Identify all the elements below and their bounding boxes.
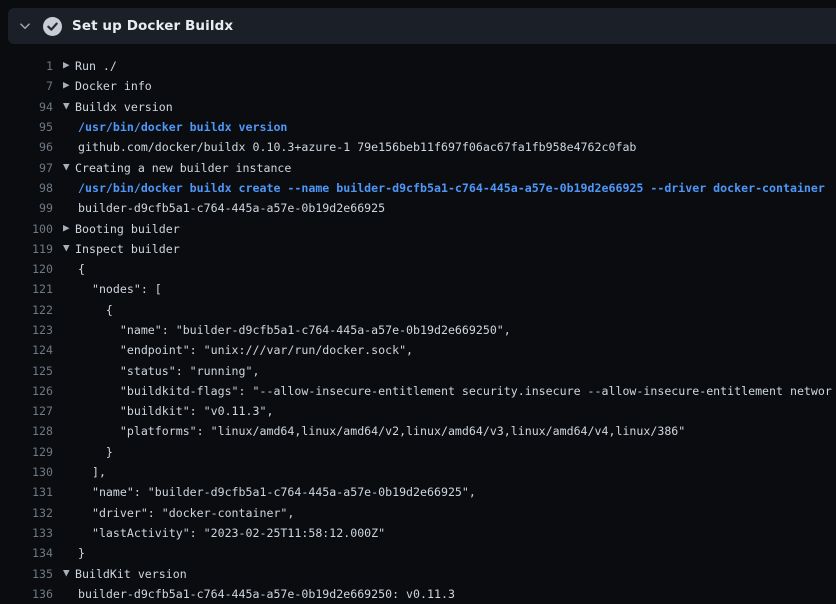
line-number[interactable]: 98 [0, 181, 53, 195]
line-number[interactable]: 130 [0, 465, 53, 479]
log-text: "platforms": "linux/amd64,linux/amd64/v2… [78, 424, 685, 438]
triangle-right-icon[interactable]: ▶ [63, 223, 75, 233]
log-line: 123 "name": "builder-d9cfb5a1-c764-445a-… [0, 320, 836, 340]
log-line: 98 /usr/bin/docker buildx create --name … [0, 178, 836, 198]
log-group-header[interactable]: 1 ▶Run ./ [0, 56, 836, 76]
log-text: } [78, 546, 85, 560]
log-group-header[interactable]: 100 ▶Booting builder [0, 218, 836, 238]
line-number[interactable]: 133 [0, 526, 53, 540]
log-line: 126 "buildkitd-flags": "--allow-insecure… [0, 381, 836, 401]
log-line: 133 "lastActivity": "2023-02-25T11:58:12… [0, 523, 836, 543]
triangle-down-icon[interactable]: ▼ [63, 162, 75, 172]
line-number[interactable]: 99 [0, 201, 53, 215]
log-text: Buildx version [75, 100, 173, 114]
line-number[interactable]: 136 [0, 587, 53, 601]
line-number[interactable]: 1 [0, 59, 53, 73]
log-line: 132 "driver": "docker-container", [0, 503, 836, 523]
line-number[interactable]: 129 [0, 445, 53, 459]
log-text: builder-d9cfb5a1-c764-445a-a57e-0b19d2e6… [78, 587, 455, 601]
line-number[interactable]: 125 [0, 364, 53, 378]
line-number[interactable]: 124 [0, 343, 53, 357]
line-number[interactable]: 131 [0, 485, 53, 499]
line-number[interactable]: 132 [0, 506, 53, 520]
chevron-down-icon[interactable] [18, 19, 32, 33]
log-text: Creating a new builder instance [75, 161, 291, 175]
log-line: 134 } [0, 543, 836, 563]
log-group-header[interactable]: 135 ▼BuildKit version [0, 563, 836, 583]
log-text: "lastActivity": "2023-02-25T11:58:12.000… [78, 526, 385, 540]
log-text: /usr/bin/docker buildx create --name bui… [78, 181, 825, 195]
log-text: "name": "builder-d9cfb5a1-c764-445a-a57e… [78, 485, 476, 499]
log-text: Booting builder [75, 222, 180, 236]
log-line: 128 "platforms": "linux/amd64,linux/amd6… [0, 421, 836, 441]
line-number[interactable]: 127 [0, 404, 53, 418]
log-line: 120 { [0, 259, 836, 279]
line-number[interactable]: 96 [0, 140, 53, 154]
log-group-header[interactable]: 119 ▼Inspect builder [0, 239, 836, 259]
log-text: } [78, 445, 113, 459]
log-line: 136 builder-d9cfb5a1-c764-445a-a57e-0b19… [0, 584, 836, 604]
line-number[interactable]: 134 [0, 546, 53, 560]
line-number[interactable]: 122 [0, 303, 53, 317]
line-number[interactable]: 120 [0, 262, 53, 276]
log-text: { [78, 262, 85, 276]
log-text: "endpoint": "unix:///var/run/docker.sock… [78, 343, 413, 357]
line-number[interactable]: 121 [0, 282, 53, 296]
line-number[interactable]: 135 [0, 567, 53, 581]
line-number[interactable]: 119 [0, 242, 53, 256]
log-line: 99 builder-d9cfb5a1-c764-445a-a57e-0b19d… [0, 198, 836, 218]
log-text: Docker info [75, 79, 152, 93]
log-text: "buildkit": "v0.11.3", [78, 404, 273, 418]
check-circle-icon [43, 17, 62, 36]
log-group-header[interactable]: 94 ▼Buildx version [0, 97, 836, 117]
log-text: Inspect builder [75, 242, 180, 256]
log-line: 131 "name": "builder-d9cfb5a1-c764-445a-… [0, 482, 836, 502]
triangle-right-icon[interactable]: ▶ [63, 61, 75, 71]
line-number[interactable]: 128 [0, 424, 53, 438]
line-number[interactable]: 7 [0, 79, 53, 93]
triangle-down-icon[interactable]: ▼ [63, 243, 75, 253]
log-container: 1 ▶Run ./ 7 ▶Docker info 94 ▼Buildx vers… [0, 50, 836, 604]
log-text: "nodes": [ [78, 282, 162, 296]
log-line: 124 "endpoint": "unix:///var/run/docker.… [0, 340, 836, 360]
log-text: "status": "running", [78, 364, 259, 378]
line-number[interactable]: 94 [0, 100, 53, 114]
log-line: 96 github.com/docker/buildx 0.10.3+azure… [0, 137, 836, 157]
line-number[interactable]: 97 [0, 161, 53, 175]
log-text: BuildKit version [75, 567, 187, 581]
log-text: builder-d9cfb5a1-c764-445a-a57e-0b19d2e6… [78, 201, 385, 215]
log-line: 121 "nodes": [ [0, 279, 836, 299]
triangle-down-icon[interactable]: ▼ [63, 101, 75, 111]
log-line: 127 "buildkit": "v0.11.3", [0, 401, 836, 421]
log-text: "buildkitd-flags": "--allow-insecure-ent… [78, 384, 832, 398]
log-text: /usr/bin/docker buildx version [78, 120, 287, 134]
log-line: 122 { [0, 300, 836, 320]
log-text: ], [78, 465, 106, 479]
log-line: 130 ], [0, 462, 836, 482]
log-text: "name": "builder-d9cfb5a1-c764-445a-a57e… [78, 323, 511, 337]
log-text: "driver": "docker-container", [78, 506, 294, 520]
step-header[interactable]: Set up Docker Buildx [8, 8, 836, 44]
step-title: Set up Docker Buildx [72, 18, 233, 34]
log-text: { [78, 303, 113, 317]
log-text: Run ./ [75, 59, 117, 73]
line-number[interactable]: 100 [0, 222, 53, 236]
log-line: 95 /usr/bin/docker buildx version [0, 117, 836, 137]
line-number[interactable]: 126 [0, 384, 53, 398]
triangle-down-icon[interactable]: ▼ [63, 568, 75, 578]
log-line: 125 "status": "running", [0, 360, 836, 380]
line-number[interactable]: 123 [0, 323, 53, 337]
log-line: 129 } [0, 442, 836, 462]
line-number[interactable]: 95 [0, 120, 53, 134]
triangle-right-icon[interactable]: ▶ [63, 81, 75, 91]
log-text: github.com/docker/buildx 0.10.3+azure-1 … [78, 140, 636, 154]
log-group-header[interactable]: 7 ▶Docker info [0, 76, 836, 96]
log-group-header[interactable]: 97 ▼Creating a new builder instance [0, 157, 836, 177]
